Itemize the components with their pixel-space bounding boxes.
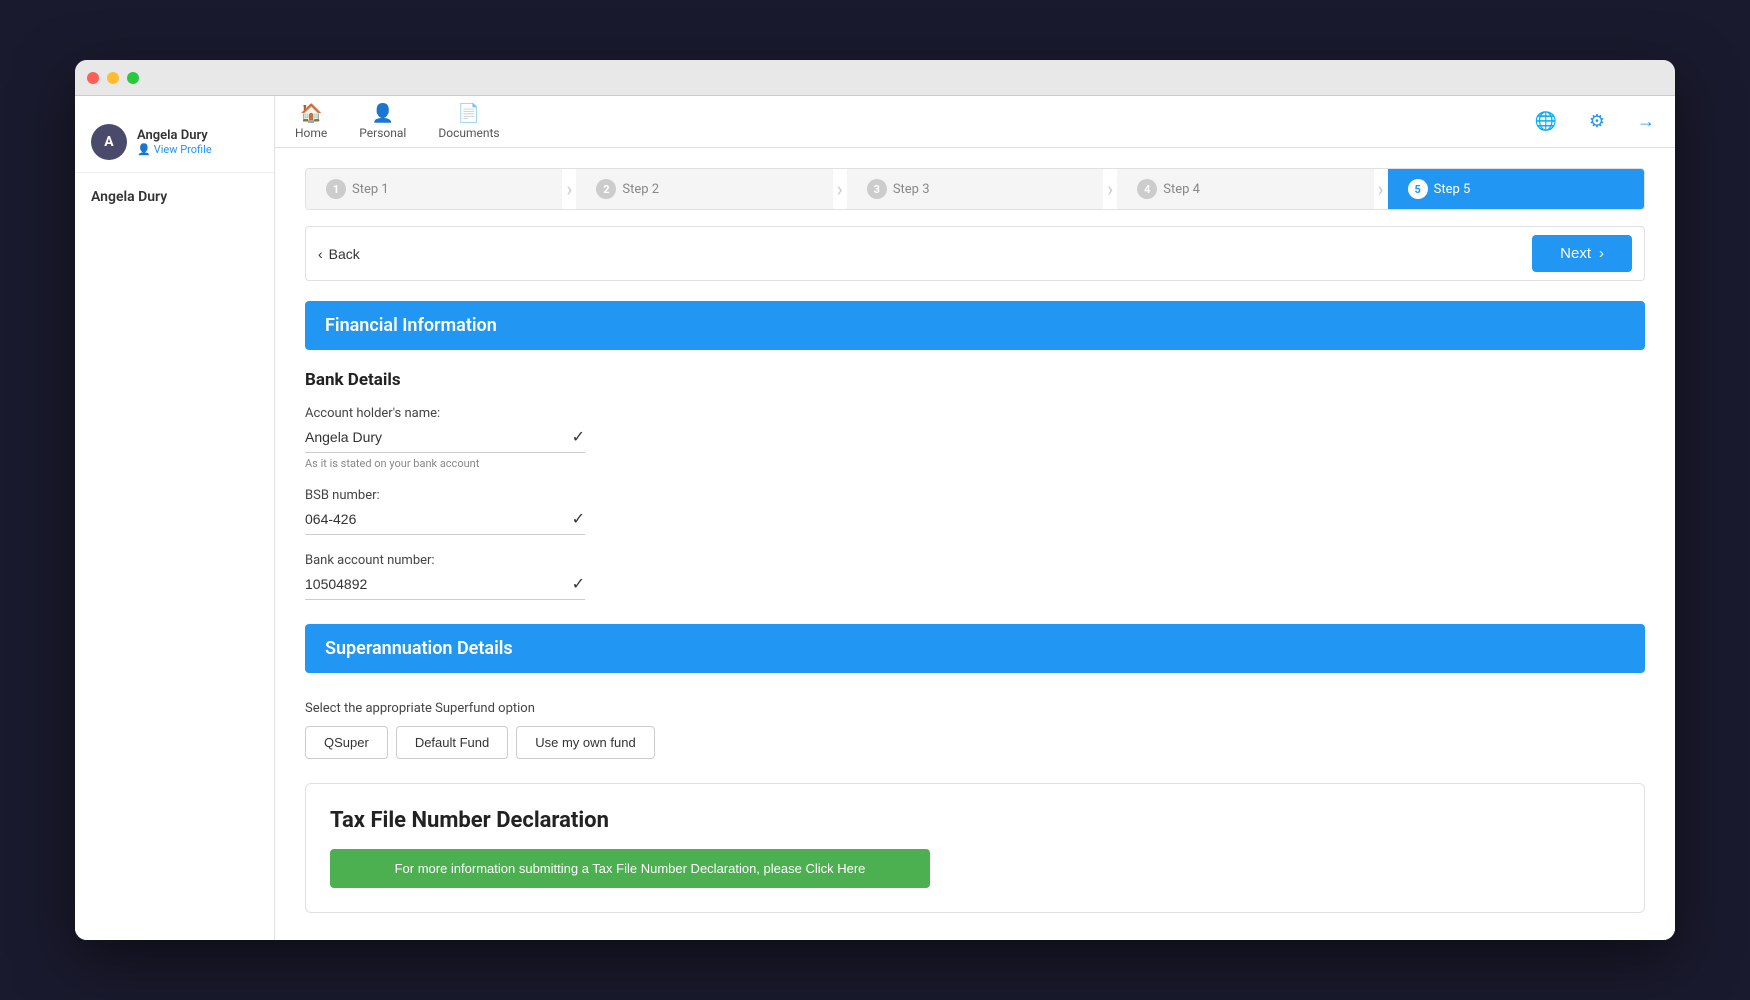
- account-holder-input-wrapper: ✓: [305, 427, 585, 453]
- step-3[interactable]: 3 Step 3: [847, 169, 1103, 209]
- step-5[interactable]: 5 Step 5: [1388, 169, 1644, 209]
- financial-info-header: Financial Information: [305, 301, 1645, 350]
- bank-account-label: Bank account number:: [305, 553, 1645, 568]
- view-profile-link[interactable]: 👤 View Profile: [137, 143, 212, 156]
- tfn-title: Tax File Number Declaration: [330, 808, 1620, 833]
- steps-bar: 1 Step 1 › 2 Step 2 › 3 Step 3 ›: [305, 168, 1645, 210]
- bank-account-check-icon: ✓: [572, 574, 585, 593]
- logout-icon[interactable]: →: [1637, 111, 1655, 132]
- default-fund-option[interactable]: Default Fund: [396, 726, 508, 759]
- step-1-num: 1: [326, 179, 346, 199]
- step-arrow-4: ›: [1374, 177, 1388, 201]
- globe-icon[interactable]: 🌐: [1534, 111, 1556, 132]
- super-select-label: Select the appropriate Superfund option: [305, 701, 1645, 716]
- nav-personal[interactable]: 👤 Personal: [359, 103, 406, 140]
- step-arrow-3: ›: [1103, 177, 1117, 201]
- sidebar: A Angela Dury 👤 View Profile Angela Dury: [75, 96, 275, 940]
- step-2-num: 2: [596, 179, 616, 199]
- step-5-label: Step 5: [1434, 182, 1471, 197]
- home-icon: 🏠: [300, 103, 322, 124]
- settings-icon[interactable]: ⚙: [1589, 111, 1605, 132]
- tfn-section: Tax File Number Declaration For more inf…: [305, 783, 1645, 913]
- next-button[interactable]: Next ›: [1532, 235, 1632, 272]
- step-4-label: Step 4: [1163, 182, 1200, 197]
- step-arrow-2: ›: [833, 177, 847, 201]
- bank-details-title: Bank Details: [305, 370, 1645, 390]
- nav-home[interactable]: 🏠 Home: [295, 103, 327, 140]
- account-holder-input[interactable]: [305, 429, 572, 445]
- financial-info-title: Financial Information: [325, 315, 497, 336]
- user-name: Angela Dury: [137, 128, 212, 143]
- tfn-link-button[interactable]: For more information submitting a Tax Fi…: [330, 849, 930, 888]
- super-options-group: QSuper Default Fund Use my own fund: [305, 726, 1645, 759]
- back-arrow-icon: ‹: [318, 246, 323, 262]
- nav-documents-label: Documents: [438, 126, 499, 140]
- bsb-input-wrapper: ✓: [305, 509, 585, 535]
- browser-window: A Angela Dury 👤 View Profile Angela Dury…: [75, 60, 1675, 940]
- own-fund-option[interactable]: Use my own fund: [516, 726, 654, 759]
- main-content: 🏠 Home 👤 Personal 📄 Documents 🌐 ⚙ →: [275, 96, 1675, 940]
- next-arrow-icon: ›: [1599, 245, 1604, 262]
- user-profile: A Angela Dury 👤 View Profile: [75, 112, 274, 173]
- avatar: A: [91, 124, 127, 160]
- bank-account-input-wrapper: ✓: [305, 574, 585, 600]
- back-button[interactable]: ‹ Back: [318, 246, 360, 262]
- bsb-label: BSB number:: [305, 488, 1645, 503]
- bank-details-section: Bank Details Account holder's name: ✓ As…: [305, 370, 1645, 600]
- step-1[interactable]: 1 Step 1: [306, 169, 562, 209]
- step-1-label: Step 1: [352, 182, 389, 197]
- step-2-label: Step 2: [622, 182, 659, 197]
- super-details-title: Superannuation Details: [325, 638, 513, 659]
- close-dot[interactable]: [87, 72, 99, 84]
- bsb-group: BSB number: ✓: [305, 488, 1645, 535]
- documents-icon: 📄: [458, 103, 480, 124]
- top-nav: 🏠 Home 👤 Personal 📄 Documents 🌐 ⚙ →: [275, 96, 1675, 148]
- step-4-num: 4: [1137, 179, 1157, 199]
- nav-home-label: Home: [295, 126, 327, 140]
- bsb-check-icon: ✓: [572, 509, 585, 528]
- step-4[interactable]: 4 Step 4: [1117, 169, 1373, 209]
- back-label: Back: [329, 246, 360, 262]
- bank-account-input[interactable]: [305, 576, 572, 592]
- personal-icon: 👤: [372, 103, 394, 124]
- nav-documents[interactable]: 📄 Documents: [438, 103, 499, 140]
- super-details-header: Superannuation Details: [305, 624, 1645, 673]
- account-holder-check-icon: ✓: [572, 427, 585, 446]
- step-2[interactable]: 2 Step 2: [576, 169, 832, 209]
- browser-chrome: [75, 60, 1675, 96]
- bsb-input[interactable]: [305, 511, 572, 527]
- fullscreen-dot[interactable]: [127, 72, 139, 84]
- next-label: Next: [1560, 245, 1591, 262]
- step-3-label: Step 3: [893, 182, 930, 197]
- sidebar-username: Angela Dury: [75, 173, 274, 221]
- step-3-num: 3: [867, 179, 887, 199]
- qsuper-option[interactable]: QSuper: [305, 726, 388, 759]
- step-arrow-1: ›: [562, 177, 576, 201]
- step-5-num: 5: [1408, 179, 1428, 199]
- account-holder-label: Account holder's name:: [305, 406, 1645, 421]
- minimize-dot[interactable]: [107, 72, 119, 84]
- content-area: 1 Step 1 › 2 Step 2 › 3 Step 3 ›: [275, 148, 1675, 940]
- account-holder-group: Account holder's name: ✓ As it is stated…: [305, 406, 1645, 470]
- super-options-section: Select the appropriate Superfund option …: [305, 693, 1645, 767]
- nav-personal-label: Personal: [359, 126, 406, 140]
- nav-buttons: ‹ Back Next ›: [305, 226, 1645, 281]
- account-holder-hint: As it is stated on your bank account: [305, 457, 1645, 470]
- bank-account-group: Bank account number: ✓: [305, 553, 1645, 600]
- browser-body: A Angela Dury 👤 View Profile Angela Dury…: [75, 96, 1675, 940]
